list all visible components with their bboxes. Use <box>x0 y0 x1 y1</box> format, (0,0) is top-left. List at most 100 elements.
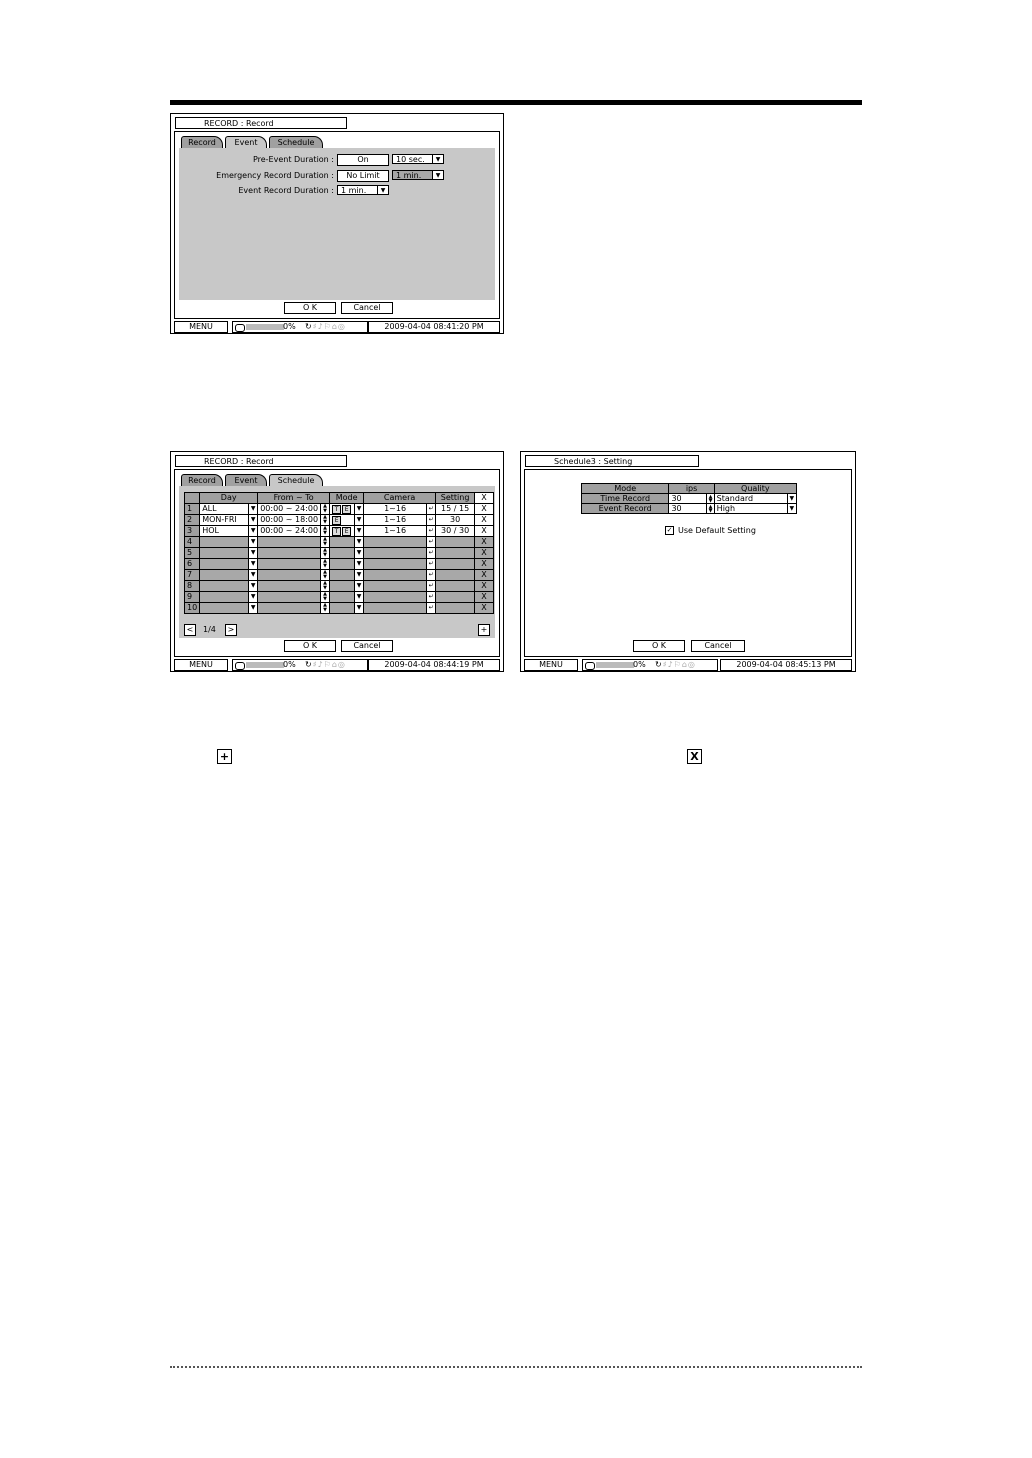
chevron-down-icon[interactable]: ▼ <box>354 514 365 526</box>
time-cell[interactable]: 00:00 ~ 24:00 <box>257 525 322 537</box>
day-cell[interactable]: ALL <box>199 503 250 515</box>
ips-field[interactable]: 30 <box>668 493 708 504</box>
table-row[interactable]: 6 ▼ ▲ ▼ ▼ ↵ X <box>183 558 494 570</box>
spinner-icon[interactable]: ▲ ▼ <box>320 503 331 515</box>
next-page-button[interactable]: > <box>225 624 237 636</box>
mode-cell[interactable] <box>329 602 356 614</box>
ok-button[interactable]: O K <box>633 640 685 652</box>
pre-event-toggle[interactable]: On <box>337 154 389 166</box>
enter-icon[interactable]: ↵ <box>426 558 437 570</box>
day-cell[interactable]: MON-FRI <box>199 514 250 526</box>
enter-icon[interactable]: ↵ <box>426 580 437 592</box>
time-cell[interactable] <box>257 569 322 581</box>
camera-cell[interactable] <box>363 569 428 581</box>
camera-cell[interactable] <box>363 580 428 592</box>
chevron-down-icon[interactable]: ▼ <box>248 547 259 559</box>
camera-cell[interactable] <box>363 558 428 570</box>
day-cell[interactable] <box>199 580 250 592</box>
camera-cell[interactable]: 1~16 <box>363 503 428 515</box>
chevron-down-icon[interactable]: ▼ <box>786 503 798 514</box>
chevron-down-icon[interactable]: ▼ <box>432 155 443 163</box>
spinner-icon[interactable]: ▲ ▼ <box>320 580 331 592</box>
cancel-button[interactable]: Cancel <box>341 640 393 652</box>
table-row[interactable]: 2 MON-FRI ▼ 00:00 ~ 18:00 ▲ ▼ E ▼ 1~16 ↵ … <box>183 514 494 526</box>
mode-cell[interactable] <box>329 569 356 581</box>
spinner-icon[interactable]: ▲ ▼ <box>706 493 715 504</box>
table-row[interactable]: 9 ▼ ▲ ▼ ▼ ↵ X <box>183 591 494 603</box>
use-default-setting-checkbox[interactable]: ✓ Use Default Setting <box>665 526 756 536</box>
chevron-down-icon[interactable]: ▼ <box>354 591 365 603</box>
setting-cell[interactable] <box>435 558 476 570</box>
ips-field[interactable]: 30 <box>668 503 708 514</box>
tab-schedule[interactable]: Schedule <box>269 474 323 486</box>
mode-cell[interactable]: TE <box>329 503 356 515</box>
setting-cell[interactable] <box>435 591 476 603</box>
tab-record[interactable]: Record <box>181 136 223 148</box>
camera-cell[interactable] <box>363 536 428 548</box>
mode-cell[interactable] <box>329 580 356 592</box>
delete-row-button[interactable]: X <box>474 591 494 603</box>
spinner-icon[interactable]: ▲ ▼ <box>706 503 715 514</box>
chevron-down-icon[interactable]: ▼ <box>354 558 365 570</box>
tab-schedule[interactable]: Schedule <box>269 136 323 148</box>
table-row[interactable]: 4 ▼ ▲ ▼ ▼ ↵ X <box>183 536 494 548</box>
time-cell[interactable] <box>257 536 322 548</box>
chevron-down-icon[interactable]: ▼ <box>354 536 365 548</box>
quality-select[interactable]: High <box>713 503 788 514</box>
chevron-down-icon[interactable]: ▼ <box>786 493 798 504</box>
setting-cell[interactable] <box>435 536 476 548</box>
table-row[interactable]: 10 ▼ ▲ ▼ ▼ ↵ X <box>183 602 494 614</box>
day-cell[interactable]: HOL <box>199 525 250 537</box>
tab-record[interactable]: Record <box>181 474 223 486</box>
delete-row-button[interactable]: X <box>474 580 494 592</box>
day-cell[interactable] <box>199 569 250 581</box>
setting-cell[interactable] <box>435 602 476 614</box>
table-row[interactable]: Event Record 30 ▲ ▼ High ▼ <box>580 503 798 514</box>
time-cell[interactable] <box>257 547 322 559</box>
enter-icon[interactable]: ↵ <box>426 525 437 537</box>
tab-event[interactable]: Event <box>225 136 267 148</box>
chevron-down-icon[interactable]: ▼ <box>354 503 365 515</box>
chevron-down-icon[interactable]: ▼ <box>354 547 365 559</box>
delete-row-button[interactable]: X <box>474 558 494 570</box>
time-cell[interactable] <box>257 591 322 603</box>
spinner-icon[interactable]: ▲ ▼ <box>320 514 331 526</box>
camera-cell[interactable] <box>363 602 428 614</box>
chevron-down-icon[interactable]: ▼ <box>354 602 365 614</box>
table-row[interactable]: 5 ▼ ▲ ▼ ▼ ↵ X <box>183 547 494 559</box>
chevron-down-icon[interactable]: ▼ <box>248 602 259 614</box>
cancel-button[interactable]: Cancel <box>341 302 393 314</box>
chevron-down-icon[interactable]: ▼ <box>248 569 259 581</box>
time-cell[interactable]: 00:00 ~ 24:00 <box>257 503 322 515</box>
time-cell[interactable] <box>257 558 322 570</box>
spinner-icon[interactable]: ▲ ▼ <box>320 558 331 570</box>
spinner-icon[interactable]: ▲ ▼ <box>320 547 331 559</box>
emergency-limit-toggle[interactable]: No Limit <box>337 170 389 182</box>
chevron-down-icon[interactable]: ▼ <box>248 558 259 570</box>
time-cell[interactable] <box>257 580 322 592</box>
delete-row-button[interactable]: X <box>474 547 494 559</box>
table-row[interactable]: 7 ▼ ▲ ▼ ▼ ↵ X <box>183 569 494 581</box>
chevron-down-icon[interactable]: ▼ <box>248 580 259 592</box>
spinner-icon[interactable]: ▲ ▼ <box>320 602 331 614</box>
table-row[interactable]: 8 ▼ ▲ ▼ ▼ ↵ X <box>183 580 494 592</box>
camera-cell[interactable]: 1~16 <box>363 514 428 526</box>
quality-select[interactable]: Standard <box>713 493 788 504</box>
chevron-down-icon[interactable]: ▼ <box>248 591 259 603</box>
enter-icon[interactable]: ↵ <box>426 547 437 559</box>
prev-page-button[interactable]: < <box>184 624 196 636</box>
enter-icon[interactable]: ↵ <box>426 503 437 515</box>
mode-cell[interactable]: E <box>329 514 356 526</box>
table-row[interactable]: Time Record 30 ▲ ▼ Standard ▼ <box>580 493 798 504</box>
time-cell[interactable]: 00:00 ~ 18:00 <box>257 514 322 526</box>
enter-icon[interactable]: ↵ <box>426 569 437 581</box>
enter-icon[interactable]: ↵ <box>426 514 437 526</box>
chevron-down-icon[interactable]: ▼ <box>377 186 388 194</box>
ok-button[interactable]: O K <box>284 640 336 652</box>
delete-row-button[interactable]: X <box>474 536 494 548</box>
chevron-down-icon[interactable]: ▼ <box>354 580 365 592</box>
enter-icon[interactable]: ↵ <box>426 536 437 548</box>
enter-icon[interactable]: ↵ <box>426 602 437 614</box>
mode-cell[interactable] <box>329 547 356 559</box>
spinner-icon[interactable]: ▲ ▼ <box>320 569 331 581</box>
